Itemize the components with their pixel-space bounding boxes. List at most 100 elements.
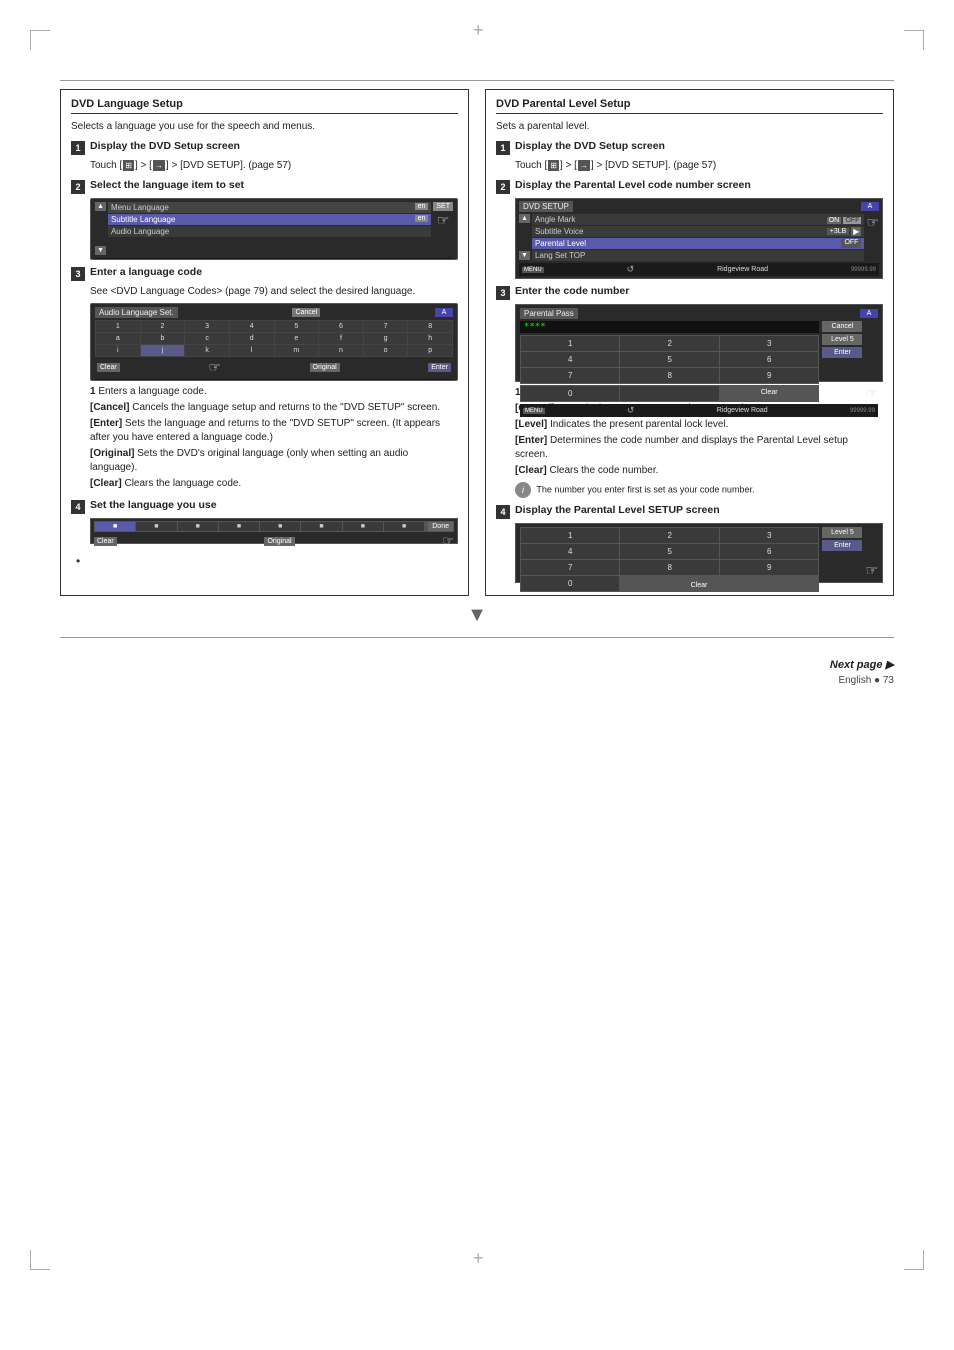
left-step-1-header: 1 Display the DVD Setup screen — [71, 140, 458, 155]
cancel-btn-lang[interactable]: Cancel — [292, 308, 320, 317]
pkey-clear[interactable]: Clear — [720, 386, 818, 401]
key-k[interactable]: k — [185, 345, 229, 356]
right-step-4-num: 4 — [496, 505, 510, 519]
screen-1-bottom: MENU ↺ Ridgeview Road 99999.99 — [95, 258, 453, 260]
left-column: DVD Language Setup Selects a language yo… — [60, 89, 469, 596]
corner-mark-tl — [30, 30, 50, 50]
level-btn-parental[interactable]: Level 5 — [822, 334, 862, 345]
original-btn[interactable]: Original — [310, 363, 340, 372]
pkey-1[interactable]: 1 — [521, 336, 619, 351]
nav-icon-2: ↺ — [202, 380, 210, 381]
pkey-3[interactable]: 3 — [720, 336, 818, 351]
key-m[interactable]: m — [275, 345, 319, 356]
clear-level-btn[interactable]: Clear — [685, 581, 714, 590]
hand-pointer-r3: ☞ — [865, 562, 878, 579]
key-h[interactable]: h — [408, 333, 452, 344]
lkey-3[interactable]: 3 — [720, 528, 818, 543]
key-8[interactable]: 8 — [408, 321, 452, 332]
enter-level-btn[interactable]: Enter — [822, 540, 862, 551]
key-6[interactable]: 6 — [319, 321, 363, 332]
desc-enter: [Enter] Sets the language and returns to… — [90, 417, 458, 445]
enter-btn-lang[interactable]: Enter — [428, 363, 451, 372]
dvd-setup-bottom: MENU ↺ Ridgeview Road 99999.99 — [519, 263, 879, 276]
cancel-btn-parental[interactable]: Cancel — [822, 321, 862, 332]
left-step-3-label: Enter a language code — [90, 266, 202, 280]
menu-label-r1: MENU — [522, 267, 544, 273]
bottom-divider — [60, 637, 894, 638]
lang-tab-5: ■ — [260, 522, 300, 531]
pkey-4[interactable]: 4 — [521, 352, 619, 367]
lkey-9[interactable]: 9 — [720, 560, 818, 575]
enter-btn-parental[interactable]: Enter — [822, 347, 862, 358]
dvd-nav-up: ▲ — [519, 214, 530, 223]
lkey-7[interactable]: 7 — [521, 560, 619, 575]
menu-icon-r: ⊞ — [548, 160, 559, 171]
pkey-8[interactable]: 8 — [620, 368, 718, 383]
key-1[interactable]: 1 — [96, 321, 140, 332]
set-btn[interactable]: SET — [433, 202, 453, 211]
pkey-5[interactable]: 5 — [620, 352, 718, 367]
road-name-r2: Ridgeview Road — [717, 407, 768, 414]
bottom-nav: Next page ▶ — [60, 658, 894, 671]
dvd-setup-screen: DVD SETUP A ▲ ▼ Angle Mark ON OFF — [515, 198, 883, 279]
key-5[interactable]: 5 — [275, 321, 319, 332]
arrow-icon-1: → — [153, 160, 165, 171]
key-4[interactable]: 4 — [230, 321, 274, 332]
key-3[interactable]: 3 — [185, 321, 229, 332]
key-a[interactable]: a — [96, 333, 140, 344]
left-step-4-header: 4 Set the language you use — [71, 499, 458, 514]
page-num: 73 — [883, 675, 894, 686]
page-lang: English — [838, 675, 871, 686]
key-f[interactable]: f — [319, 333, 363, 344]
pkey-0[interactable]: 0 — [521, 386, 619, 401]
level-setup-screen: 1 2 3 4 5 6 7 8 9 0 Level 5 — [515, 523, 883, 583]
subtitle-right-arrow[interactable]: ▶ — [851, 227, 861, 236]
lkey-8[interactable]: 8 — [620, 560, 718, 575]
key-l[interactable]: l — [230, 345, 274, 356]
key-b[interactable]: b — [141, 333, 185, 344]
pkey-empty — [620, 386, 718, 401]
right-step-4-label: Display the Parental Level SETUP screen — [515, 504, 720, 518]
key-i[interactable]: i — [96, 345, 140, 356]
pkey-6[interactable]: 6 — [720, 352, 818, 367]
lkey-2[interactable]: 2 — [620, 528, 718, 543]
level5-btn[interactable]: Level 5 — [822, 527, 862, 538]
right-step-1-label: Display the DVD Setup screen — [515, 140, 665, 154]
left-step-3-instruction: See <DVD Language Codes> (page 79) and s… — [90, 285, 458, 299]
pkey-7[interactable]: 7 — [521, 368, 619, 383]
right-section-intro: Sets a parental level. — [496, 120, 883, 134]
audio-screen-bottom: MENU ↺ Ridgeview Road 99999.99 — [95, 379, 453, 381]
key-n[interactable]: n — [319, 345, 363, 356]
key-g[interactable]: g — [364, 333, 408, 344]
lang-tab-7: ■ — [343, 522, 383, 531]
key-d[interactable]: d — [230, 333, 274, 344]
key-c[interactable]: c — [185, 333, 229, 344]
parental-icon: A — [860, 309, 878, 318]
lkey-0[interactable]: 0 — [521, 576, 619, 591]
right-step-3-header: 3 Enter the code number — [496, 285, 883, 300]
clear-btn-lang[interactable]: Clear — [97, 363, 120, 372]
key-7[interactable]: 7 — [364, 321, 408, 332]
menu-lang-row: Menu Language en — [108, 202, 431, 213]
key-e[interactable]: e — [275, 333, 319, 344]
lang-set-top-label: Lang Set TOP — [535, 251, 585, 260]
pkey-9[interactable]: 9 — [720, 368, 818, 383]
set-language-screen: ■ ■ ■ ■ ■ ■ ■ ■ Done Clear Original ☞ — [90, 518, 458, 544]
clear-btn-4[interactable]: Clear — [94, 537, 117, 546]
key-j[interactable]: j — [141, 345, 185, 356]
key-o[interactable]: o — [364, 345, 408, 356]
nav-down: ▼ — [95, 246, 106, 255]
key-p[interactable]: p — [408, 345, 452, 356]
lkey-6[interactable]: 6 — [720, 544, 818, 559]
key-2[interactable]: 2 — [141, 321, 185, 332]
lkey-5[interactable]: 5 — [620, 544, 718, 559]
pkey-2[interactable]: 2 — [620, 336, 718, 351]
parental-display-input: **** — [520, 321, 819, 333]
lkey-1[interactable]: 1 — [521, 528, 619, 543]
right-step-3-label: Enter the code number — [515, 285, 629, 299]
original-btn-4[interactable]: Original — [264, 537, 294, 546]
audio-lang-screen: Audio Language Set. Cancel A 1 2 3 4 5 6… — [90, 303, 458, 381]
lang-tab-6: ■ — [301, 522, 341, 531]
done-btn[interactable]: Done — [428, 522, 453, 531]
lkey-4[interactable]: 4 — [521, 544, 619, 559]
